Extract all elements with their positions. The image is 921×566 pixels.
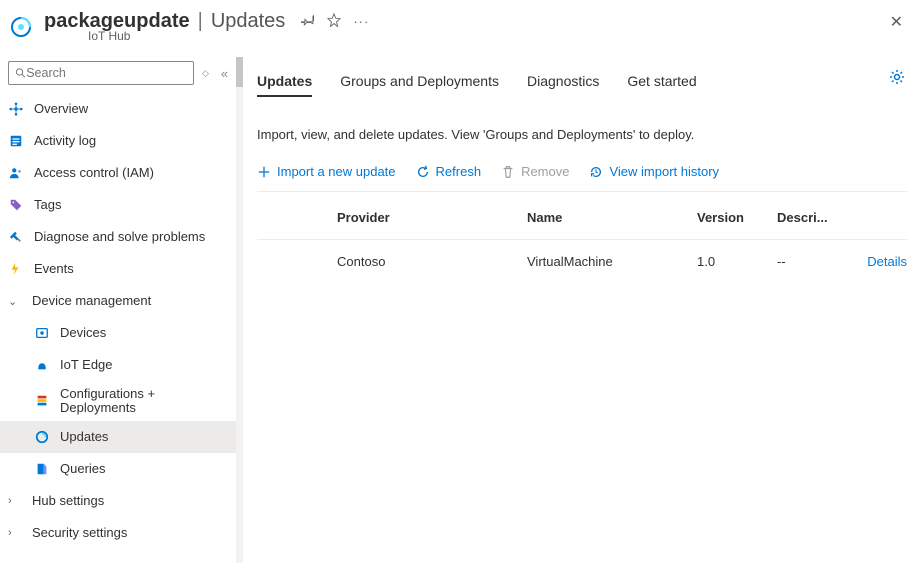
tags-icon bbox=[8, 197, 24, 213]
sidebar-item-events[interactable]: Events bbox=[0, 253, 236, 285]
iam-icon bbox=[8, 165, 24, 181]
expand-toggle-icon[interactable]: ◇ bbox=[202, 68, 209, 79]
sidebar-item-devices[interactable]: Devices bbox=[0, 317, 236, 349]
tab-bar: Updates Groups and Deployments Diagnosti… bbox=[257, 65, 907, 99]
refresh-icon bbox=[416, 165, 430, 179]
devices-icon bbox=[34, 325, 50, 341]
tab-get-started[interactable]: Get started bbox=[627, 65, 696, 99]
cell-descri: -- bbox=[777, 254, 847, 269]
overview-icon bbox=[8, 101, 24, 117]
iot-hub-icon bbox=[8, 14, 34, 40]
sidebar-group-device-management[interactable]: ⌄ Device management bbox=[0, 285, 236, 317]
events-icon bbox=[8, 261, 24, 277]
chevron-right-icon: › bbox=[8, 527, 22, 539]
page-header: packageupdate | Updates ··· ✕ IoT Hub bbox=[0, 0, 921, 57]
tab-updates[interactable]: Updates bbox=[257, 65, 312, 99]
search-box[interactable] bbox=[8, 61, 194, 85]
search-icon bbox=[15, 67, 26, 79]
details-link[interactable]: Details bbox=[847, 254, 907, 269]
page-title: Updates bbox=[211, 10, 286, 33]
sidebar-item-tags[interactable]: Tags bbox=[0, 189, 236, 221]
remove-button: Remove bbox=[501, 164, 569, 179]
page-description: Import, view, and delete updates. View '… bbox=[257, 127, 907, 142]
sidebar-item-activity-log[interactable]: Activity log bbox=[0, 125, 236, 157]
table-row[interactable]: Contoso VirtualMachine 1.0 -- Details bbox=[257, 240, 907, 283]
sidebar-group-security-settings[interactable]: › Security settings bbox=[0, 517, 236, 549]
scrollbar-thumb[interactable] bbox=[236, 57, 243, 87]
pin-icon[interactable] bbox=[301, 13, 315, 30]
table-header: Provider Name Version Descri... bbox=[257, 196, 907, 240]
col-provider: Provider bbox=[337, 210, 527, 225]
sidebar-scrollbar[interactable] bbox=[236, 57, 243, 563]
history-icon bbox=[589, 165, 603, 179]
sidebar-item-updates[interactable]: Updates bbox=[0, 421, 236, 453]
more-icon[interactable]: ··· bbox=[353, 14, 369, 29]
chevron-down-icon: ⌄ bbox=[8, 295, 22, 308]
sidebar-group-hub-settings[interactable]: › Hub settings bbox=[0, 485, 236, 517]
diagnose-icon bbox=[8, 229, 24, 245]
tab-diagnostics[interactable]: Diagnostics bbox=[527, 65, 599, 99]
command-bar: Import a new update Refresh Remove View … bbox=[257, 164, 907, 192]
activity-log-icon bbox=[8, 133, 24, 149]
sidebar-item-iot-edge[interactable]: IoT Edge bbox=[0, 349, 236, 381]
plus-icon bbox=[257, 165, 271, 179]
trash-icon bbox=[501, 165, 515, 179]
close-icon[interactable]: ✕ bbox=[890, 12, 903, 32]
sidebar: ◇ « Overview Activity log Access cont bbox=[0, 57, 236, 563]
chevron-right-icon: › bbox=[8, 495, 22, 507]
sidebar-item-diagnose[interactable]: Diagnose and solve problems bbox=[0, 221, 236, 253]
queries-icon bbox=[34, 461, 50, 477]
search-input[interactable] bbox=[26, 66, 187, 80]
iot-edge-icon bbox=[34, 357, 50, 373]
collapse-sidebar-icon[interactable]: « bbox=[221, 66, 228, 81]
sidebar-item-configurations[interactable]: Configurations + Deployments bbox=[0, 381, 236, 421]
cell-version: 1.0 bbox=[697, 254, 777, 269]
import-button[interactable]: Import a new update bbox=[257, 164, 396, 179]
updates-icon bbox=[34, 429, 50, 445]
gear-icon[interactable] bbox=[889, 69, 905, 88]
cell-provider: Contoso bbox=[337, 254, 527, 269]
config-icon bbox=[34, 393, 50, 409]
title-sep: | bbox=[198, 10, 203, 33]
sidebar-item-iam[interactable]: Access control (IAM) bbox=[0, 157, 236, 189]
sidebar-item-queries[interactable]: Queries bbox=[0, 453, 236, 485]
refresh-button[interactable]: Refresh bbox=[416, 164, 482, 179]
sidebar-nav: Overview Activity log Access control (IA… bbox=[0, 93, 236, 563]
col-descri: Descri... bbox=[777, 210, 847, 225]
updates-table: Provider Name Version Descri... Contoso … bbox=[257, 196, 907, 283]
col-name: Name bbox=[527, 210, 697, 225]
sidebar-item-overview[interactable]: Overview bbox=[0, 93, 236, 125]
history-button[interactable]: View import history bbox=[589, 164, 719, 179]
favorite-icon[interactable] bbox=[327, 13, 341, 30]
cell-name: VirtualMachine bbox=[527, 254, 697, 269]
col-version: Version bbox=[697, 210, 777, 225]
main-content: Updates Groups and Deployments Diagnosti… bbox=[243, 57, 921, 563]
tab-groups[interactable]: Groups and Deployments bbox=[340, 65, 499, 99]
